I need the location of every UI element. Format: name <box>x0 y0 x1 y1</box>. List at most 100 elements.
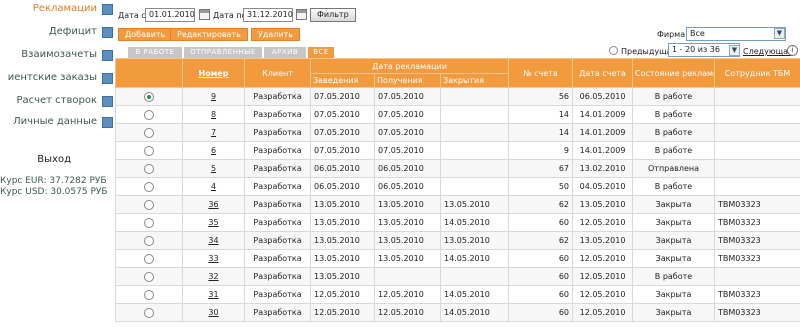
sidebar-item-deficit[interactable]: Дефицит <box>0 23 113 43</box>
created-date-cell: 12.05.2010 <box>310 303 375 322</box>
table-row[interactable]: 8 Разработка 07.05.2010 07.05.2010 14 14.01.2… <box>115 105 800 124</box>
closed-date-cell <box>439 123 510 142</box>
created-date-cell: 12.05.2010 <box>310 285 375 304</box>
sidebar-item-client-orders[interactable]: иентские заказы <box>0 69 113 89</box>
claim-number-link[interactable]: 9 <box>211 92 216 101</box>
table-row[interactable]: 4 Разработка 06.05.2010 06.05.2010 50 04.05.2… <box>115 177 800 196</box>
table-row[interactable]: 36 Разработка 13.05.2010 13.05.2010 13.05.20… <box>115 195 800 214</box>
select-cell <box>115 123 183 142</box>
edit-button[interactable]: Редактировать <box>170 28 248 41</box>
claim-number-link[interactable]: 30 <box>208 308 218 317</box>
select-cell <box>115 267 183 286</box>
logout-link[interactable]: Выход <box>37 154 71 165</box>
number-cell: 31 <box>182 285 245 304</box>
sidebar: Рекламации Дефицит Взаимозачеты иентские… <box>0 0 113 327</box>
employee-cell <box>714 159 800 178</box>
table-row[interactable]: 31 Разработка 12.05.2010 12.05.2010 14.05.20… <box>115 285 800 304</box>
row-select-radio[interactable] <box>144 217 154 228</box>
claims-table-body: 9 Разработка 07.05.2010 07.05.2010 56 06.05.2… <box>115 87 800 322</box>
sidebar-item-claims[interactable]: Рекламации <box>0 0 113 20</box>
claim-number-link[interactable]: 33 <box>208 254 218 263</box>
chevron-down-icon[interactable]: ▼ <box>729 45 740 56</box>
status-cell: Закрыта <box>632 249 716 268</box>
tab-all[interactable]: ВСЕ <box>308 47 334 58</box>
sidebar-item-offsets[interactable]: Взаимозачеты <box>0 46 113 66</box>
claim-number-link[interactable]: 35 <box>208 218 218 227</box>
row-select-radio[interactable] <box>144 91 154 102</box>
created-date-cell: 06.05.2010 <box>310 177 375 196</box>
row-select-radio[interactable] <box>144 253 154 264</box>
sidebar-item-label: Расчет створок <box>16 95 97 106</box>
date-from-label: Дата с: <box>118 11 149 20</box>
status-cell: Закрыта <box>632 213 716 232</box>
number-cell: 34 <box>182 231 245 250</box>
row-select-radio[interactable] <box>144 271 154 282</box>
row-select-radio[interactable] <box>144 109 154 120</box>
table-row[interactable]: 5 Разработка 06.05.2010 06.05.2010 67 13.02.2… <box>115 159 800 178</box>
table-row[interactable]: 30 Разработка 12.05.2010 12.05.2010 14.05.20… <box>115 303 800 322</box>
claim-number-link[interactable]: 7 <box>211 128 216 137</box>
add-button[interactable]: Добавить <box>118 28 173 41</box>
claim-number-link[interactable]: 5 <box>211 164 216 173</box>
row-select-radio[interactable] <box>144 307 154 318</box>
select-cell <box>115 231 183 250</box>
delete-button[interactable]: Удалить <box>251 28 300 41</box>
calendar-icon[interactable] <box>296 9 307 20</box>
invoice-no-cell: 9 <box>508 141 574 160</box>
prev-page-radio[interactable] <box>609 46 618 55</box>
tab-archive[interactable]: АРХИВ <box>264 47 306 58</box>
next-page-link[interactable]: Следующая <box>743 47 793 56</box>
claim-number-link[interactable]: 8 <box>211 110 216 119</box>
row-select-radio[interactable] <box>144 289 154 300</box>
created-date-cell: 07.05.2010 <box>310 123 375 142</box>
claim-number-link[interactable]: 36 <box>208 200 218 209</box>
created-date-cell: 07.05.2010 <box>310 105 375 124</box>
firm-select[interactable]: Все <box>686 27 786 41</box>
received-date-cell: 07.05.2010 <box>374 105 441 124</box>
date-to-field[interactable]: 31.12.2010 <box>243 8 293 22</box>
row-select-radio[interactable] <box>144 127 154 138</box>
tab-sent[interactable]: ОТПРАВЛЕННЫЕ <box>184 47 262 58</box>
tab-in-work[interactable]: В РАБОТЕ <box>128 47 182 58</box>
table-row[interactable]: 35 Разработка 13.05.2010 13.05.2010 14.05.20… <box>115 213 800 232</box>
chevron-down-icon[interactable]: ▼ <box>774 28 785 39</box>
invoice-date-cell: 13.02.2010 <box>572 159 634 178</box>
table-row[interactable]: 9 Разработка 07.05.2010 07.05.2010 56 06.05.2… <box>115 87 800 106</box>
claim-number-link[interactable]: 4 <box>211 182 216 191</box>
status-cell: В работе <box>632 105 716 124</box>
date-from-field[interactable]: 01.01.2010 <box>145 8 195 22</box>
calendar-icon[interactable] <box>199 9 210 20</box>
status-cell: В работе <box>632 267 716 286</box>
status-cell: Закрыта <box>632 195 716 214</box>
nav-marker-icon <box>102 27 113 38</box>
claim-number-link[interactable]: 32 <box>208 272 218 281</box>
client-cell: Разработка <box>244 105 311 124</box>
table-row[interactable]: 32 Разработка 13.05.2010 60 12.05.2010 В рабо… <box>115 267 800 286</box>
claim-number-link[interactable]: 6 <box>211 146 216 155</box>
table-row[interactable]: 7 Разработка 07.05.2010 07.05.2010 14 14.01.2… <box>115 123 800 142</box>
invoice-no-cell: 56 <box>508 87 574 106</box>
table-row[interactable]: 34 Разработка 13.05.2010 13.05.2010 13.05.20… <box>115 231 800 250</box>
claim-number-link[interactable]: 31 <box>208 290 218 299</box>
invoice-no-cell: 60 <box>508 303 574 322</box>
row-select-radio[interactable] <box>144 181 154 192</box>
table-row[interactable]: 6 Разработка 07.05.2010 07.05.2010 9 14.01.20… <box>115 141 800 160</box>
closed-date-cell <box>439 159 510 178</box>
table-row[interactable]: 33 Разработка 13.05.2010 13.05.2010 14.05.20… <box>115 249 800 268</box>
info-icon[interactable]: i <box>787 45 798 56</box>
sidebar-item-personal-data[interactable]: Личные данные <box>0 113 113 133</box>
received-date-cell: 12.05.2010 <box>374 285 441 304</box>
client-cell: Разработка <box>244 177 311 196</box>
closed-date-cell: 13.05.2010 <box>439 231 510 250</box>
status-cell: Закрыта <box>632 231 716 250</box>
row-select-radio[interactable] <box>144 145 154 156</box>
sidebar-item-sash-calc[interactable]: Расчет створок <box>0 92 113 112</box>
received-date-cell: 12.05.2010 <box>374 303 441 322</box>
claim-number-link[interactable]: 34 <box>208 236 218 245</box>
row-select-radio[interactable] <box>144 235 154 246</box>
row-select-radio[interactable] <box>144 199 154 210</box>
row-select-radio[interactable] <box>144 163 154 174</box>
number-sort-link[interactable]: Номер <box>199 69 229 78</box>
filter-button[interactable]: Фильтр <box>310 8 356 22</box>
number-column-header[interactable]: Номер <box>182 58 245 88</box>
